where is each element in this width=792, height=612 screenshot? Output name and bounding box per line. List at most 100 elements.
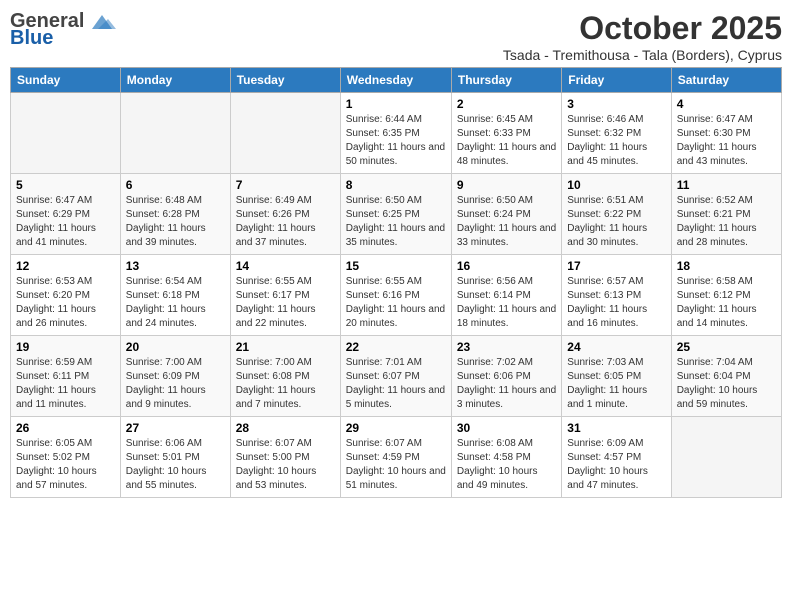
calendar-cell: 29 Sunrise: 6:07 AM Sunset: 4:59 PM Dayli…	[340, 417, 451, 498]
calendar-cell: 15Sunrise: 6:55 AM Sunset: 6:16 PM Dayli…	[340, 255, 451, 336]
calendar-cell: 5 Sunrise: 6:47 AM Sunset: 6:29 PM Daylig…	[11, 174, 121, 255]
day-info: Sunrise: 6:47 AM Sunset: 6:29 PM Dayligh…	[16, 194, 115, 250]
day-number: 31	[567, 421, 665, 435]
day-number: 14	[236, 259, 335, 273]
day-info: Sunrise: 7:01 AM Sunset: 6:07 PM Dayligh…	[346, 356, 446, 412]
calendar-week-1: 1Sunrise: 6:44 AM Sunset: 6:35 PM Daylig…	[11, 93, 782, 174]
logo: General Blue	[10, 10, 116, 50]
day-number: 6	[126, 178, 225, 192]
day-info: Sunrise: 6:48 AM Sunset: 6:28 PM Dayligh…	[126, 194, 225, 250]
day-info: Sunrise: 7:02 AM Sunset: 6:06 PM Dayligh…	[457, 356, 556, 412]
day-number: 22	[346, 340, 446, 354]
calendar-cell: 13 Sunrise: 6:54 AM Sunset: 6:18 PM Dayli…	[120, 255, 230, 336]
day-info: Sunrise: 6:47 AM Sunset: 6:30 PM Dayligh…	[677, 113, 776, 169]
day-info: Sunrise: 7:04 AM Sunset: 6:04 PM Dayligh…	[677, 356, 776, 412]
day-number: 24	[567, 340, 665, 354]
day-number: 29	[346, 421, 446, 435]
day-info: Sunrise: 6:55 AM Sunset: 6:16 PM Dayligh…	[346, 275, 446, 331]
header-sunday: Sunday	[11, 68, 121, 93]
day-number: 23	[457, 340, 556, 354]
calendar-cell: 9 Sunrise: 6:50 AM Sunset: 6:24 PM Daylig…	[451, 174, 561, 255]
calendar-cell: 10Sunrise: 6:51 AM Sunset: 6:22 PM Dayli…	[562, 174, 671, 255]
day-number: 17	[567, 259, 665, 273]
day-info: Sunrise: 6:50 AM Sunset: 6:24 PM Dayligh…	[457, 194, 556, 250]
header-tuesday: Tuesday	[230, 68, 340, 93]
calendar-cell: 17 Sunrise: 6:57 AM Sunset: 6:13 PM Dayli…	[562, 255, 671, 336]
day-number: 4	[677, 97, 776, 111]
day-number: 26	[16, 421, 115, 435]
day-info: Sunrise: 6:54 AM Sunset: 6:18 PM Dayligh…	[126, 275, 225, 331]
calendar-week-3: 12 Sunrise: 6:53 AM Sunset: 6:20 PM Dayli…	[11, 255, 782, 336]
logo-icon	[88, 11, 116, 33]
location-subtitle: Tsada - Tremithousa - Tala (Borders), Cy…	[503, 47, 782, 63]
day-number: 9	[457, 178, 556, 192]
day-info: Sunrise: 7:03 AM Sunset: 6:05 PM Dayligh…	[567, 356, 665, 412]
calendar-cell: 16 Sunrise: 6:56 AM Sunset: 6:14 PM Dayli…	[451, 255, 561, 336]
calendar-cell: 14 Sunrise: 6:55 AM Sunset: 6:17 PM Dayli…	[230, 255, 340, 336]
day-number: 18	[677, 259, 776, 273]
day-info: Sunrise: 6:46 AM Sunset: 6:32 PM Dayligh…	[567, 113, 665, 169]
day-info: Sunrise: 6:09 AM Sunset: 4:57 PM Dayligh…	[567, 437, 665, 493]
header-friday: Friday	[562, 68, 671, 93]
day-number: 8	[346, 178, 446, 192]
calendar-cell: 8 Sunrise: 6:50 AM Sunset: 6:25 PM Daylig…	[340, 174, 451, 255]
calendar-week-5: 26Sunrise: 6:05 AM Sunset: 5:02 PM Dayli…	[11, 417, 782, 498]
day-info: Sunrise: 6:07 AM Sunset: 5:00 PM Dayligh…	[236, 437, 335, 493]
header-saturday: Saturday	[671, 68, 781, 93]
day-info: Sunrise: 6:56 AM Sunset: 6:14 PM Dayligh…	[457, 275, 556, 331]
calendar-cell: 26Sunrise: 6:05 AM Sunset: 5:02 PM Dayli…	[11, 417, 121, 498]
page-header: General Blue October 2025 Tsada - Tremit…	[10, 10, 782, 63]
day-info: Sunrise: 6:07 AM Sunset: 4:59 PM Dayligh…	[346, 437, 446, 493]
day-info: Sunrise: 6:53 AM Sunset: 6:20 PM Dayligh…	[16, 275, 115, 331]
day-info: Sunrise: 6:50 AM Sunset: 6:25 PM Dayligh…	[346, 194, 446, 250]
day-info: Sunrise: 7:00 AM Sunset: 6:08 PM Dayligh…	[236, 356, 335, 412]
day-number: 25	[677, 340, 776, 354]
title-section: October 2025 Tsada - Tremithousa - Tala …	[503, 10, 782, 63]
calendar-week-4: 19Sunrise: 6:59 AM Sunset: 6:11 PM Dayli…	[11, 336, 782, 417]
day-info: Sunrise: 6:49 AM Sunset: 6:26 PM Dayligh…	[236, 194, 335, 250]
calendar-table: Sunday Monday Tuesday Wednesday Thursday…	[10, 67, 782, 498]
calendar-cell: 23 Sunrise: 7:02 AM Sunset: 6:06 PM Dayli…	[451, 336, 561, 417]
day-number: 1	[346, 97, 446, 111]
calendar-cell: 2 Sunrise: 6:45 AM Sunset: 6:33 PM Daylig…	[451, 93, 561, 174]
day-number: 11	[677, 178, 776, 192]
calendar-cell: 1Sunrise: 6:44 AM Sunset: 6:35 PM Daylig…	[340, 93, 451, 174]
calendar-cell: 24 Sunrise: 7:03 AM Sunset: 6:05 PM Dayli…	[562, 336, 671, 417]
header-thursday: Thursday	[451, 68, 561, 93]
calendar-cell	[671, 417, 781, 498]
calendar-cell: 4 Sunrise: 6:47 AM Sunset: 6:30 PM Daylig…	[671, 93, 781, 174]
calendar-cell: 27Sunrise: 6:06 AM Sunset: 5:01 PM Dayli…	[120, 417, 230, 498]
day-number: 28	[236, 421, 335, 435]
calendar-cell	[120, 93, 230, 174]
day-number: 30	[457, 421, 556, 435]
logo-blue: Blue	[10, 27, 53, 50]
day-number: 2	[457, 97, 556, 111]
day-info: Sunrise: 6:08 AM Sunset: 4:58 PM Dayligh…	[457, 437, 556, 493]
day-info: Sunrise: 6:55 AM Sunset: 6:17 PM Dayligh…	[236, 275, 335, 331]
calendar-cell: 28 Sunrise: 6:07 AM Sunset: 5:00 PM Dayli…	[230, 417, 340, 498]
calendar-cell: 30 Sunrise: 6:08 AM Sunset: 4:58 PM Dayli…	[451, 417, 561, 498]
calendar-cell: 22 Sunrise: 7:01 AM Sunset: 6:07 PM Dayli…	[340, 336, 451, 417]
day-number: 20	[126, 340, 225, 354]
calendar-cell: 11Sunrise: 6:52 AM Sunset: 6:21 PM Dayli…	[671, 174, 781, 255]
calendar-cell: 12 Sunrise: 6:53 AM Sunset: 6:20 PM Dayli…	[11, 255, 121, 336]
calendar-cell: 21 Sunrise: 7:00 AM Sunset: 6:08 PM Dayli…	[230, 336, 340, 417]
day-number: 27	[126, 421, 225, 435]
day-number: 3	[567, 97, 665, 111]
day-info: Sunrise: 6:57 AM Sunset: 6:13 PM Dayligh…	[567, 275, 665, 331]
calendar-header-row: Sunday Monday Tuesday Wednesday Thursday…	[11, 68, 782, 93]
day-info: Sunrise: 6:45 AM Sunset: 6:33 PM Dayligh…	[457, 113, 556, 169]
header-wednesday: Wednesday	[340, 68, 451, 93]
month-title: October 2025	[503, 10, 782, 47]
day-number: 5	[16, 178, 115, 192]
day-number: 13	[126, 259, 225, 273]
calendar-week-2: 5 Sunrise: 6:47 AM Sunset: 6:29 PM Daylig…	[11, 174, 782, 255]
day-number: 21	[236, 340, 335, 354]
day-info: Sunrise: 6:51 AM Sunset: 6:22 PM Dayligh…	[567, 194, 665, 250]
calendar-cell: 19Sunrise: 6:59 AM Sunset: 6:11 PM Dayli…	[11, 336, 121, 417]
day-number: 16	[457, 259, 556, 273]
day-number: 19	[16, 340, 115, 354]
day-number: 12	[16, 259, 115, 273]
calendar-cell: 20Sunrise: 7:00 AM Sunset: 6:09 PM Dayli…	[120, 336, 230, 417]
day-number: 7	[236, 178, 335, 192]
